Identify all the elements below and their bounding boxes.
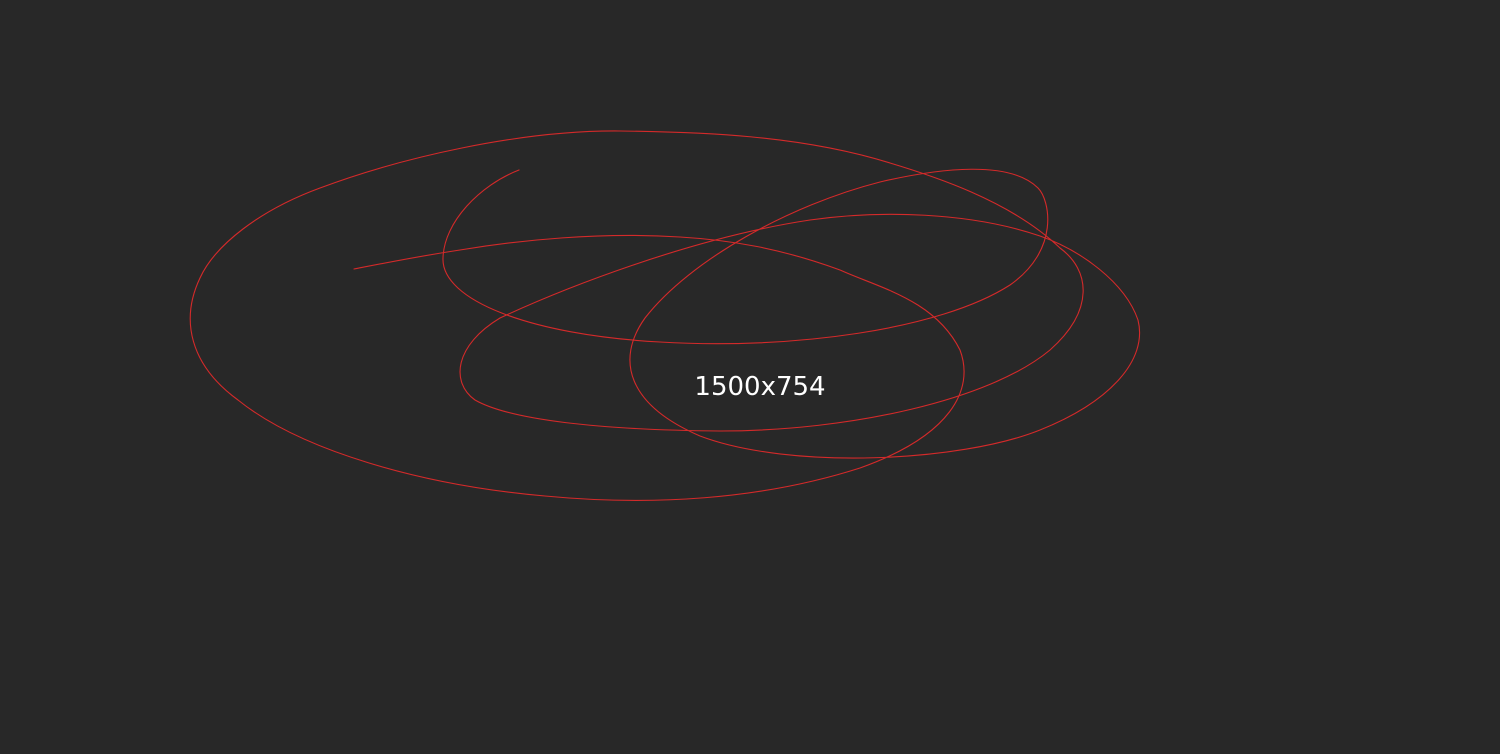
dimension-label: 1500x754	[694, 372, 826, 402]
scribble-stroke	[189, 130, 1140, 501]
canvas: 1500x754	[0, 0, 1500, 754]
